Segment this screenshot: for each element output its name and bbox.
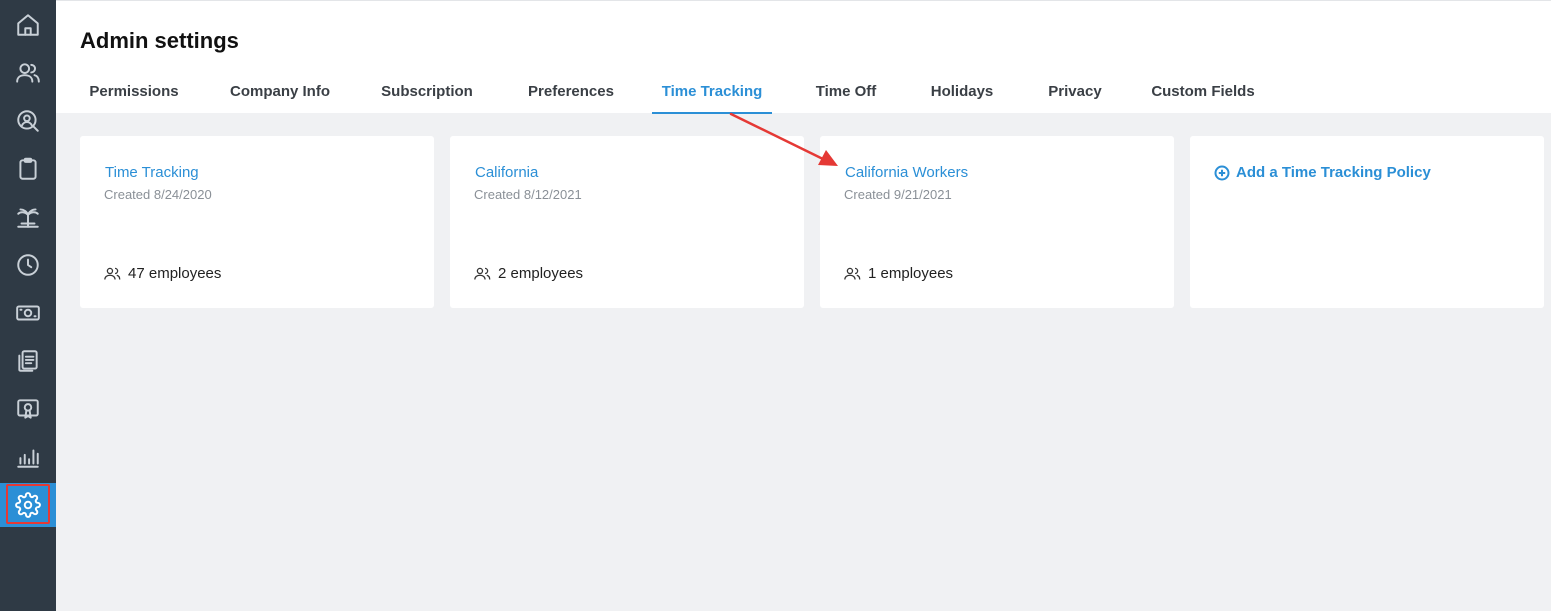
- bar-chart-icon: [17, 449, 39, 468]
- policy-created-date: Created 8/12/2021: [474, 187, 582, 202]
- page-title: Admin settings: [80, 28, 239, 53]
- documents-icon: [18, 350, 38, 372]
- nav-people[interactable]: [0, 51, 56, 95]
- home-icon: [17, 14, 39, 36]
- tab-subscription[interactable]: Subscription: [375, 83, 479, 114]
- tab-time-off[interactable]: Time Off: [808, 83, 884, 114]
- tab-custom-fields[interactable]: Custom Fields: [1148, 83, 1258, 114]
- employee-count-label: 2 employees: [498, 265, 584, 282]
- policy-created-date: Created 8/24/2020: [104, 187, 212, 202]
- nav-certificates[interactable]: [0, 387, 56, 431]
- nav-documents[interactable]: [0, 339, 56, 383]
- nav-time[interactable]: [0, 243, 56, 287]
- clock-icon: [17, 254, 39, 276]
- employee-count-label: 47 employees: [128, 265, 222, 282]
- policy-employee-count: 2 employees: [474, 265, 583, 282]
- policy-card: Time Tracking Created 8/24/2020 47 emplo…: [80, 136, 434, 308]
- person-search-icon: [17, 110, 39, 132]
- tab-time-tracking[interactable]: Time Tracking: [652, 83, 772, 114]
- people-icon: [104, 267, 121, 280]
- policy-name-link[interactable]: California: [475, 164, 538, 181]
- policy-card: California Workers Created 9/21/2021 1 e…: [820, 136, 1174, 308]
- add-policy-label: Add a Time Tracking Policy: [1236, 164, 1431, 181]
- page-header: Admin settings Permissions Company Info …: [56, 0, 1551, 114]
- clipboard-icon: [19, 157, 37, 180]
- plus-circle-icon: [1214, 165, 1230, 180]
- certificate-icon: [17, 399, 39, 419]
- policy-employee-count: 47 employees: [104, 265, 221, 282]
- policy-created-date: Created 9/21/2021: [844, 187, 952, 202]
- nav-time-off[interactable]: [0, 195, 56, 239]
- nav-settings[interactable]: [0, 483, 56, 527]
- tab-company-info[interactable]: Company Info: [225, 83, 335, 114]
- nav-payroll[interactable]: [0, 291, 56, 335]
- nav-person-search[interactable]: [0, 99, 56, 143]
- nav-clipboard[interactable]: [0, 147, 56, 191]
- tab-holidays[interactable]: Holidays: [922, 83, 1002, 114]
- nav-home[interactable]: [0, 3, 56, 47]
- money-icon: [16, 305, 40, 321]
- add-policy-button[interactable]: Add a Time Tracking Policy: [1214, 164, 1431, 181]
- policy-name-link[interactable]: California Workers: [845, 164, 968, 181]
- tab-permissions[interactable]: Permissions: [80, 83, 188, 114]
- add-policy-card: Add a Time Tracking Policy: [1190, 136, 1544, 308]
- sidebar: [0, 0, 56, 611]
- policy-card: California Created 8/12/2021 2 employees: [450, 136, 804, 308]
- nav-reports[interactable]: [0, 435, 56, 479]
- palm-tree-icon: [17, 208, 39, 228]
- people-icon: [474, 267, 491, 280]
- people-icon: [844, 267, 861, 280]
- policy-name-link[interactable]: Time Tracking: [105, 164, 199, 181]
- tab-privacy[interactable]: Privacy: [1040, 83, 1110, 114]
- employee-count-label: 1 employees: [868, 265, 954, 282]
- tab-preferences[interactable]: Preferences: [520, 83, 622, 114]
- policy-employee-count: 1 employees: [844, 265, 953, 282]
- people-icon: [16, 63, 40, 83]
- gear-icon: [15, 492, 41, 518]
